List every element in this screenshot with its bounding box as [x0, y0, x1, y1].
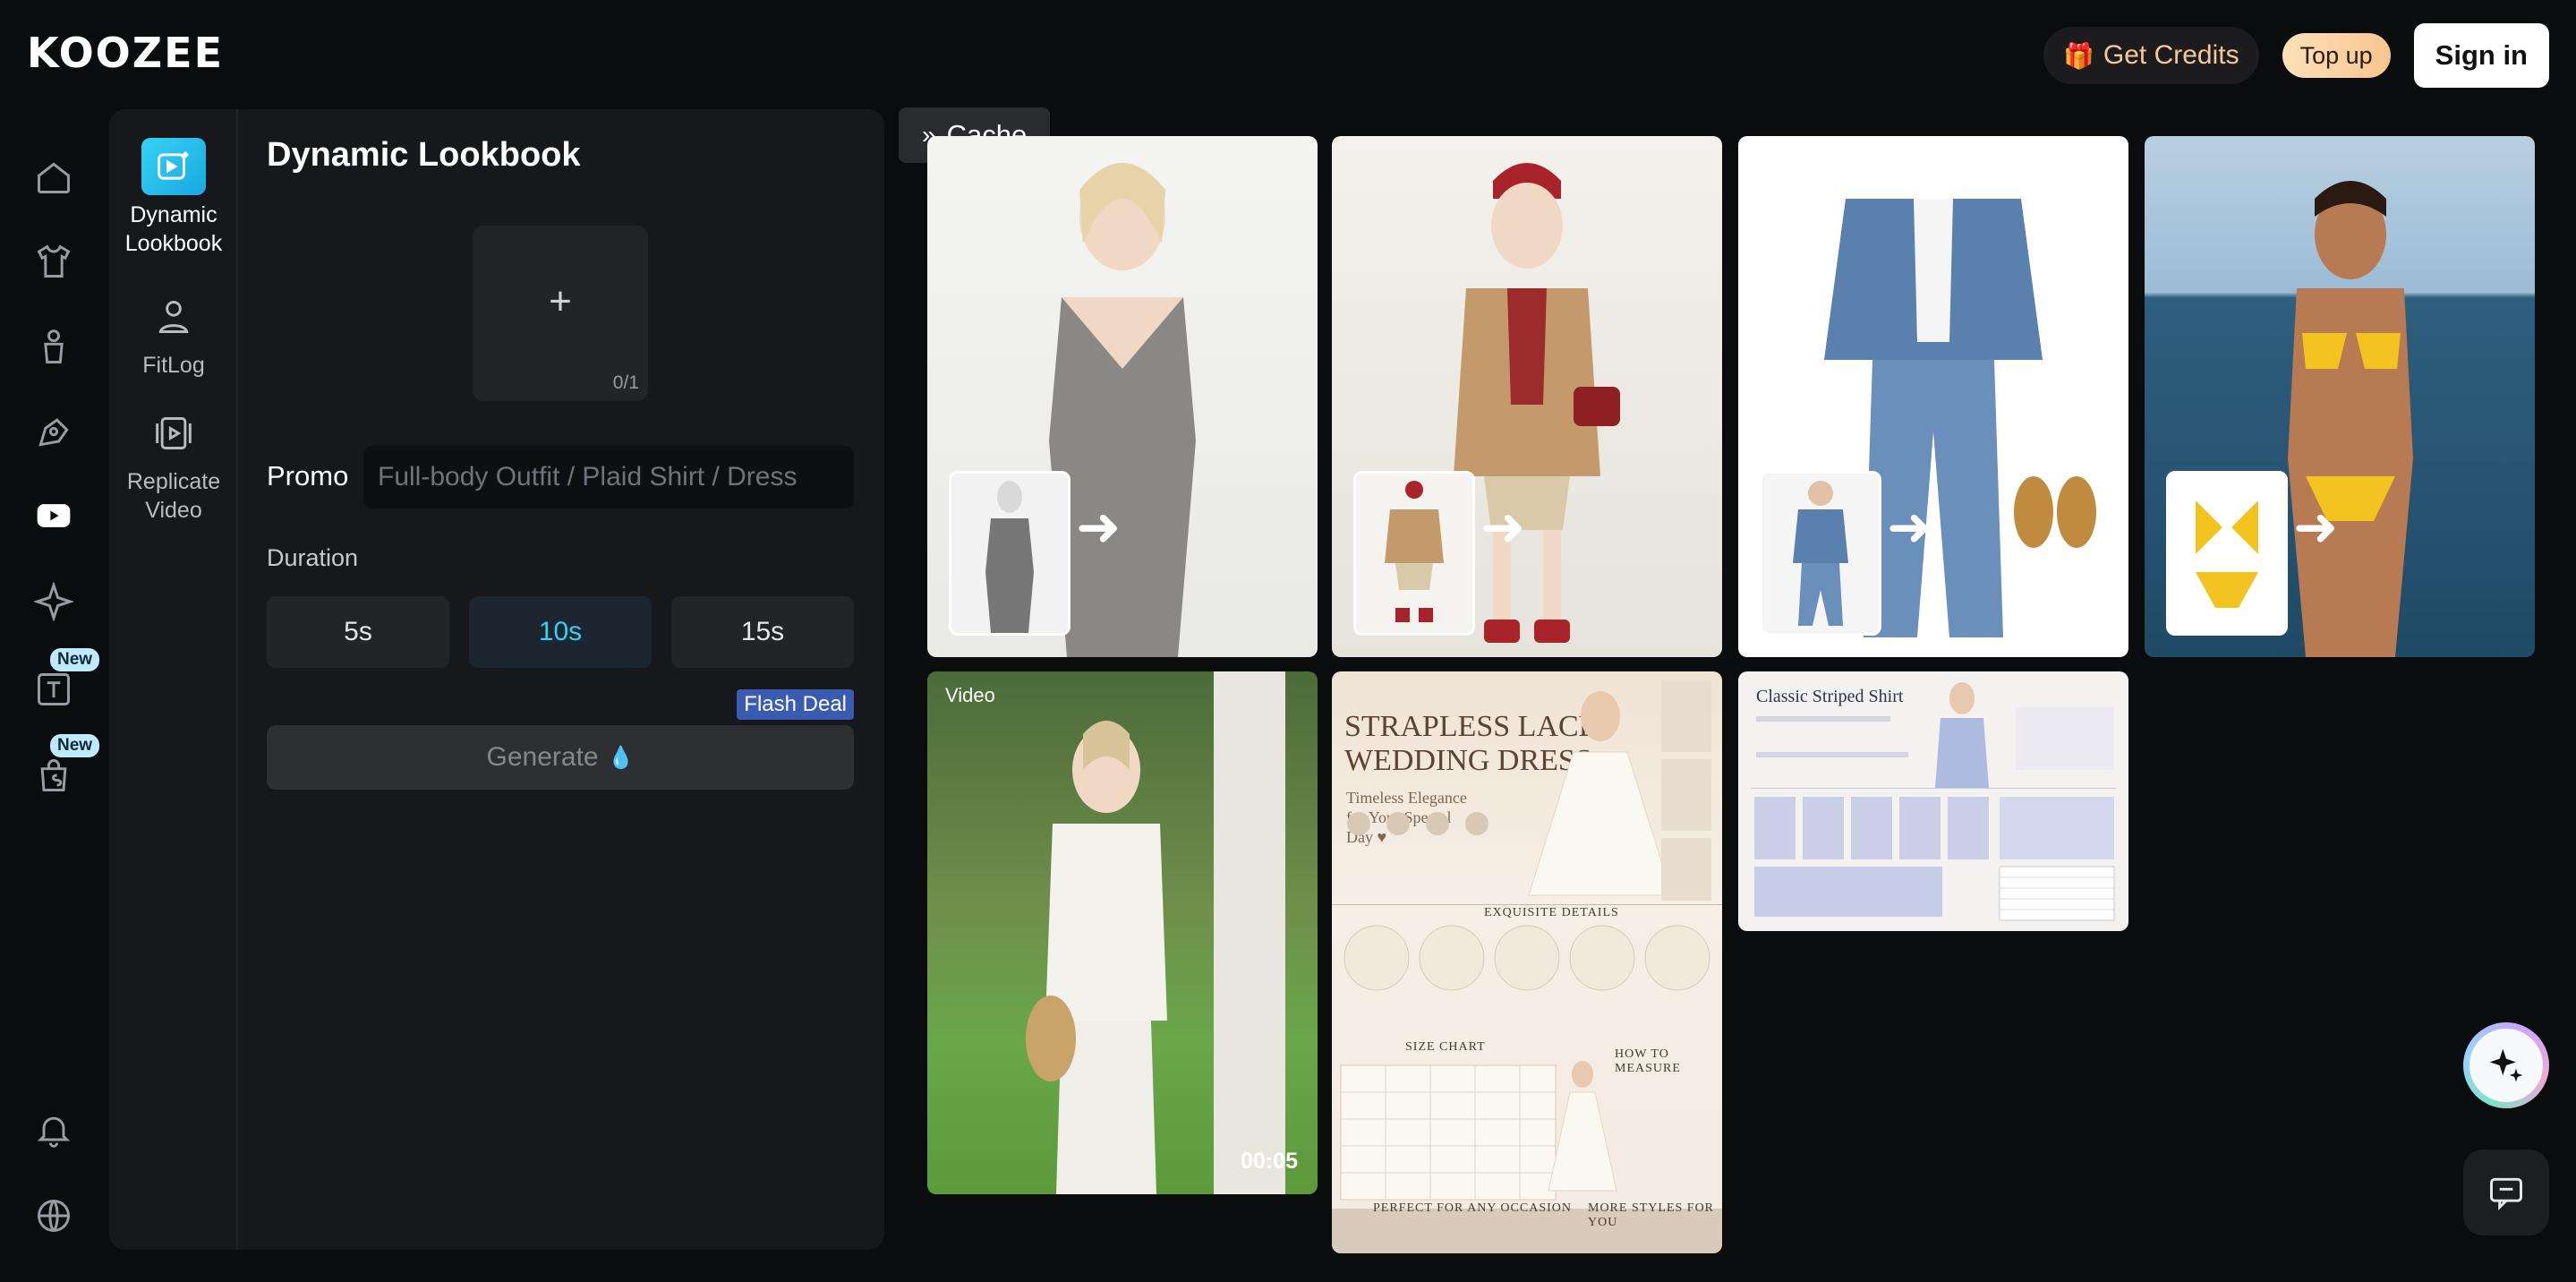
upload-count: 0/1	[612, 372, 639, 393]
striped-shirt-illustration	[1751, 682, 2116, 921]
home-icon[interactable]	[34, 158, 73, 197]
shop-icon[interactable]	[34, 756, 73, 795]
model-icon[interactable]	[34, 328, 73, 367]
generate-button[interactable]: Generate 💧	[267, 725, 854, 790]
doc-heading: EXQUISITE DETAILS	[1484, 906, 1619, 919]
doc-heading: HOW TO MEASURE	[1615, 1047, 1681, 1075]
video-icon[interactable]	[34, 496, 73, 535]
outfit-thumbnail	[949, 471, 1070, 636]
subnav-item-fitlog[interactable]: FitLog	[109, 288, 238, 380]
subnav-item-dynamic-lookbook[interactable]: Dynamic Lookbook	[109, 138, 238, 258]
promo-label: Promo	[267, 460, 349, 491]
outfit-thumbnail	[1353, 471, 1475, 636]
feedback-chat-button[interactable]	[2463, 1150, 2549, 1235]
left-rail: New New	[0, 134, 107, 1282]
chat-icon	[2490, 1177, 2522, 1211]
doc-heading: MORE STYLES FOR YOU	[1588, 1201, 1715, 1229]
promo-input[interactable]	[363, 446, 854, 509]
new-badge: New	[50, 648, 100, 671]
flash-deal-badge: Flash Deal	[737, 689, 854, 720]
video-tag: Video	[945, 684, 995, 706]
arrow-icon: ➜	[1887, 497, 1932, 557]
sparkle-icon	[2469, 1029, 2543, 1102]
gallery-card-denim-set[interactable]: ➜	[1738, 136, 2128, 657]
drop-icon: 💧	[607, 745, 635, 770]
gallery-card-video[interactable]: Video 00:05	[927, 671, 1318, 1194]
plus-icon: +	[549, 279, 572, 323]
doc-heading: SIZE CHART	[1405, 1040, 1486, 1054]
duration-15s-button[interactable]: 15s	[671, 596, 854, 668]
gallery-card-camel-blazer[interactable]: ➜	[1332, 136, 1722, 657]
tool-subnav: Dynamic Lookbook FitLog Replicate Video	[109, 109, 238, 1250]
sign-in-button[interactable]: Sign in	[2413, 23, 2549, 88]
header-actions: 🎁 Get Credits Top up Sign in	[2043, 23, 2549, 88]
duration-label: Duration	[267, 544, 359, 571]
get-credits-button[interactable]: 🎁 Get Credits	[2043, 27, 2259, 84]
new-badge: New	[50, 734, 100, 757]
arrow-icon: ➜	[1076, 497, 1122, 557]
arrow-icon: ➜	[2293, 497, 2339, 557]
duration-5s-button[interactable]: 5s	[267, 596, 449, 668]
gallery-card-grey-jumpsuit[interactable]: ➜	[927, 136, 1318, 657]
duration-options: 5s 10s 15s	[267, 596, 854, 668]
gallery-card-striped-shirt[interactable]: Classic Striped Shirt	[1738, 671, 2128, 931]
subnav-item-replicate-video[interactable]: Replicate Video	[109, 405, 238, 525]
sparkle-icon[interactable]	[33, 581, 74, 622]
bell-icon[interactable]	[34, 1110, 73, 1150]
get-credits-label: Get Credits	[2103, 40, 2239, 70]
arrow-icon: ➜	[1480, 497, 1526, 557]
edit-icon[interactable]	[34, 412, 73, 451]
doc-heading: PERFECT FOR ANY OCCASION	[1373, 1201, 1572, 1215]
subnav-item-label: Replicate Video	[126, 469, 221, 523]
generate-label: Generate	[486, 742, 599, 772]
upload-slot[interactable]: + 0/1	[473, 226, 648, 401]
subnav-item-label: Dynamic Lookbook	[124, 202, 223, 256]
gallery-card-yellow-bikini[interactable]: ➜	[2145, 136, 2535, 657]
replicate-video-icon	[141, 405, 206, 462]
outfit-thumbnail	[1760, 471, 1881, 636]
ai-assistant-button[interactable]	[2463, 1022, 2549, 1108]
video-duration: 00:05	[1241, 1149, 1298, 1174]
video-frame-illustration	[1026, 671, 1285, 1194]
outfit-thumbnail	[2166, 471, 2288, 636]
duration-10s-button[interactable]: 10s	[469, 596, 652, 668]
page-title: Dynamic Lookbook	[267, 136, 581, 174]
shirt-icon[interactable]	[34, 242, 73, 281]
globe-icon[interactable]	[34, 1196, 73, 1235]
gift-icon: 🎁	[2063, 41, 2094, 70]
top-up-button[interactable]: Top up	[2282, 33, 2391, 78]
fitlog-icon	[141, 288, 206, 346]
gallery-card-wedding-dress[interactable]: STRAPLESS LACE WEDDING DRESS Timeless El…	[1332, 671, 1722, 1253]
koozee-logo[interactable]: KOOZEE	[27, 29, 224, 77]
wedding-dress-illustration	[1332, 680, 1722, 1253]
text-tool-icon[interactable]	[34, 670, 73, 709]
video-sparkle-icon	[141, 138, 206, 195]
subnav-item-label: FitLog	[142, 353, 205, 378]
tool-panel: Dynamic Lookbook FitLog Replicate Video …	[109, 109, 884, 1250]
